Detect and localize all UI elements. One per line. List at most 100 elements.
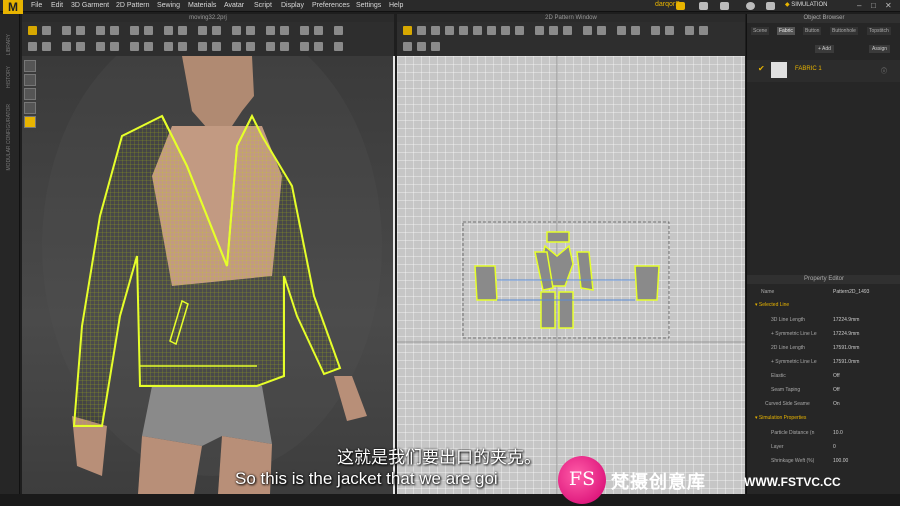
- ruler-icon[interactable]: [665, 26, 674, 35]
- annotation-icon[interactable]: [651, 26, 660, 35]
- checkbox-value[interactable]: On: [833, 398, 840, 410]
- avatar-shoe-icon[interactable]: [24, 102, 36, 114]
- select-mesh-tool-icon[interactable]: [42, 26, 51, 35]
- menu-file[interactable]: File: [31, 1, 42, 11]
- skin-view-icon[interactable]: [144, 42, 153, 51]
- speaker-icon[interactable]: [699, 2, 708, 10]
- tab-topstitch[interactable]: Topstitch: [867, 27, 891, 35]
- tack-tool-icon[interactable]: [96, 26, 105, 35]
- close-icon[interactable]: ✕: [885, 1, 892, 10]
- help-icon[interactable]: [746, 2, 755, 10]
- zoom-fit-icon[interactable]: [685, 26, 694, 35]
- simulation-button[interactable]: ◆ SIMULATION: [785, 1, 845, 11]
- seam-view-icon[interactable]: [246, 42, 255, 51]
- property-value[interactable]: Pattern2D_1493: [833, 286, 869, 298]
- pattern-view-icon[interactable]: [403, 42, 412, 51]
- shading-tool-icon[interactable]: [334, 26, 343, 35]
- pattern-sleeve-left[interactable]: [474, 265, 498, 301]
- polygon-icon[interactable]: [459, 26, 468, 35]
- menu-settings[interactable]: Settings: [356, 1, 381, 11]
- menu-2d-pattern[interactable]: 2D Pattern: [116, 1, 149, 11]
- tab-buttonhole[interactable]: Buttonhole: [830, 27, 858, 35]
- measure-tool-icon[interactable]: [130, 26, 139, 35]
- graphic-icon[interactable]: [617, 26, 626, 35]
- property-value[interactable]: 17224.9mm: [833, 328, 859, 340]
- shadow-view-icon[interactable]: [266, 42, 275, 51]
- section-simulation-properties[interactable]: ▾ Simulation Properties: [755, 415, 806, 421]
- texture-view-icon[interactable]: [42, 42, 51, 51]
- render-view-icon[interactable]: [314, 42, 323, 51]
- tab-scene[interactable]: Scene: [751, 27, 770, 35]
- ellipse-icon[interactable]: [487, 26, 496, 35]
- avatar-face-icon[interactable]: [24, 116, 36, 128]
- mesh-view-icon[interactable]: [62, 42, 71, 51]
- segment-sewing-icon[interactable]: [535, 26, 544, 35]
- ik-tool-icon[interactable]: [314, 26, 323, 35]
- history-tab[interactable]: HISTORY: [6, 66, 12, 88]
- zipper-tool-icon[interactable]: [266, 26, 275, 35]
- menu-3d-garment[interactable]: 3D Garment: [71, 1, 109, 11]
- fit-map-icon[interactable]: [110, 42, 119, 51]
- viewport-2d[interactable]: [397, 56, 745, 494]
- arrangement-view-icon[interactable]: [178, 42, 187, 51]
- free-sewing-icon[interactable]: [549, 26, 558, 35]
- pattern-hood[interactable]: [546, 231, 570, 243]
- pin-view-icon[interactable]: [232, 42, 241, 51]
- property-value[interactable]: 17591.0mm: [833, 356, 859, 368]
- trim-icon[interactable]: [631, 26, 640, 35]
- fold-arrange-tool-icon[interactable]: [76, 26, 85, 35]
- user-icon[interactable]: [720, 2, 729, 10]
- strap-tool-icon[interactable]: [178, 26, 187, 35]
- fabric-list-item[interactable]: [747, 60, 900, 82]
- avatar-tool-icon[interactable]: [300, 26, 309, 35]
- pattern-front-right[interactable]: [576, 251, 594, 291]
- pattern-back-left[interactable]: [540, 291, 556, 329]
- strain-map-icon[interactable]: [96, 42, 105, 51]
- avatar-hair-icon[interactable]: [24, 88, 36, 100]
- pattern-back-right[interactable]: [558, 291, 574, 329]
- grid-toggle-icon[interactable]: [699, 26, 708, 35]
- checkbox-value[interactable]: Off: [833, 384, 840, 396]
- circumference-tool-icon[interactable]: [144, 26, 153, 35]
- button-tool-icon[interactable]: [212, 26, 221, 35]
- fold-tool-icon[interactable]: [62, 26, 71, 35]
- grid-view-icon[interactable]: [212, 42, 221, 51]
- grain-icon[interactable]: [583, 26, 592, 35]
- menu-help[interactable]: Help: [389, 1, 403, 11]
- property-value[interactable]: 100.00: [833, 455, 848, 467]
- sewing-view-icon[interactable]: [431, 42, 440, 51]
- tab-fabric[interactable]: Fabric: [777, 27, 795, 35]
- assign-fabric-button[interactable]: Assign: [869, 45, 891, 53]
- display-mode-icon[interactable]: [28, 42, 37, 51]
- property-value[interactable]: 10.0: [833, 427, 843, 439]
- avatar-pose-icon[interactable]: [24, 74, 36, 86]
- pin-tool-icon[interactable]: [110, 26, 119, 35]
- avatar-view-icon[interactable]: [130, 42, 139, 51]
- edit-pattern-icon[interactable]: [417, 26, 426, 35]
- minimize-icon[interactable]: –: [857, 1, 861, 10]
- measure-view-icon[interactable]: [198, 42, 207, 51]
- property-value[interactable]: 0: [833, 441, 836, 453]
- dart-icon[interactable]: [515, 26, 524, 35]
- menu-edit[interactable]: Edit: [51, 1, 63, 11]
- checkbox-value[interactable]: Off: [833, 370, 840, 382]
- puckering-tool-icon[interactable]: [246, 26, 255, 35]
- add-fabric-button[interactable]: + Add: [815, 45, 834, 53]
- light-view-icon[interactable]: [280, 42, 289, 51]
- menu-sewing[interactable]: Sewing: [157, 1, 180, 11]
- section-selected-line[interactable]: ▾ Selected Line: [755, 302, 789, 308]
- xray-view-icon[interactable]: [164, 42, 173, 51]
- camera-icon[interactable]: [766, 2, 775, 10]
- maximize-icon[interactable]: □: [871, 1, 876, 10]
- pattern-sleeve-right[interactable]: [634, 265, 660, 301]
- menu-preferences[interactable]: Preferences: [312, 1, 350, 11]
- property-value[interactable]: 17591.0mm: [833, 342, 859, 354]
- edit-curvature-icon[interactable]: [431, 26, 440, 35]
- topstitch-tool-icon[interactable]: [232, 26, 241, 35]
- fabric-texture-icon[interactable]: [597, 26, 606, 35]
- check-sewing-icon[interactable]: [563, 26, 572, 35]
- avatar-body-icon[interactable]: [24, 60, 36, 72]
- camera-view-icon[interactable]: [300, 42, 309, 51]
- snapshot-icon[interactable]: [334, 42, 343, 51]
- rectangle-icon[interactable]: [473, 26, 482, 35]
